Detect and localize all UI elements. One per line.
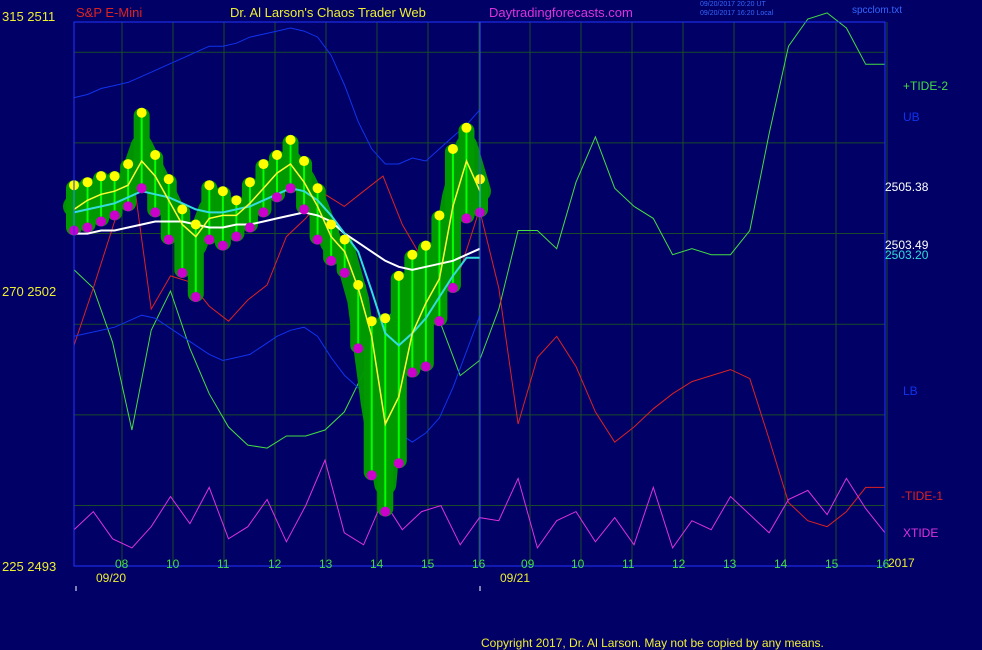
copyright-notice: Copyright 2017, Dr. Al Larson. May not b… xyxy=(481,636,824,650)
year-label: 2017 xyxy=(888,556,915,570)
ub-label: UB xyxy=(903,110,920,124)
low-marker xyxy=(190,292,201,302)
chart-title: S&P E-Mini xyxy=(76,5,143,20)
ma-mid-value-label: 2503.20 xyxy=(885,248,929,262)
low-marker xyxy=(353,343,364,354)
timestamp-local: 09/20/2017 16:20 Local xyxy=(700,10,774,17)
y-tick-label-mid: 270 2502 xyxy=(2,284,57,299)
high-marker xyxy=(231,195,242,206)
high-marker xyxy=(353,279,364,290)
lb-label: LB xyxy=(903,384,918,398)
low-marker xyxy=(150,207,161,218)
low-marker xyxy=(177,267,188,278)
high-marker xyxy=(82,177,93,188)
low-marker xyxy=(82,222,93,233)
date-label: 09/21 xyxy=(500,571,531,585)
high-marker xyxy=(339,234,350,245)
x-tick-label: 13 xyxy=(319,557,333,571)
timestamp-ut: 09/20/2017 20:20 UT xyxy=(700,1,766,8)
high-marker xyxy=(150,150,161,160)
low-marker xyxy=(393,458,404,469)
low-marker xyxy=(461,213,472,224)
low-marker xyxy=(109,210,120,221)
x-tick-label: 13 xyxy=(723,557,737,571)
low-marker xyxy=(123,201,134,212)
low-marker xyxy=(420,361,431,372)
high-marker xyxy=(434,210,445,221)
x-tick-label: 12 xyxy=(672,557,686,571)
high-marker xyxy=(312,183,323,194)
x-tick-label: 11 xyxy=(622,557,635,571)
low-marker xyxy=(407,367,418,378)
low-marker xyxy=(447,282,458,293)
data-file-label: spcclom.txt xyxy=(852,5,903,16)
x-tick-label: 10 xyxy=(166,557,180,571)
high-marker xyxy=(109,171,120,182)
low-marker xyxy=(96,216,107,227)
x-tick-label: 15 xyxy=(421,557,435,571)
tide-minus-label: -TIDE-1 xyxy=(901,489,943,503)
low-marker xyxy=(339,267,350,278)
x-tick-label: 10 xyxy=(571,557,585,571)
high-marker xyxy=(244,177,255,188)
low-marker xyxy=(326,255,337,266)
low-marker xyxy=(244,222,255,233)
low-marker xyxy=(285,183,296,194)
high-marker xyxy=(285,134,296,145)
price-layer xyxy=(63,107,491,517)
high-marker xyxy=(407,249,418,260)
xtide-label: XTIDE xyxy=(903,526,939,540)
last-price-label: 2505.38 xyxy=(885,180,929,194)
low-marker xyxy=(258,207,269,218)
high-marker xyxy=(461,122,472,133)
x-tick-label: 08 xyxy=(115,557,129,571)
low-marker xyxy=(217,240,228,251)
x-tick-label: 14 xyxy=(370,557,384,571)
high-marker xyxy=(420,240,431,251)
low-marker xyxy=(163,234,174,245)
low-marker xyxy=(312,234,323,245)
high-marker xyxy=(123,159,134,170)
high-marker xyxy=(272,150,282,160)
x-tick-label: 16 xyxy=(472,557,486,571)
site-link[interactable]: Daytradingforecasts.com xyxy=(489,5,633,20)
low-marker xyxy=(434,316,445,327)
high-marker xyxy=(258,159,269,170)
high-marker xyxy=(177,204,188,215)
high-marker xyxy=(326,219,337,230)
high-marker xyxy=(190,219,201,230)
high-marker xyxy=(447,143,458,154)
x-tick-label: 11 xyxy=(217,557,230,571)
high-marker xyxy=(204,180,215,191)
x-tick-label: 15 xyxy=(825,557,839,571)
x-tick-label: 12 xyxy=(268,557,282,571)
author-title: Dr. Al Larson's Chaos Trader Web xyxy=(230,5,426,20)
high-marker xyxy=(96,171,107,182)
y-tick-label-top: 315 2511 xyxy=(2,9,56,24)
y-tick-label-bottom: 225 2493 xyxy=(2,559,57,574)
chart-canvas xyxy=(63,12,888,591)
low-marker xyxy=(299,204,310,215)
high-marker xyxy=(366,316,377,327)
high-marker xyxy=(380,313,391,324)
high-marker xyxy=(393,270,404,281)
high-marker xyxy=(217,186,228,197)
high-marker xyxy=(299,156,310,167)
low-marker xyxy=(136,183,147,194)
x-tick-label: 16 xyxy=(876,557,890,571)
high-marker xyxy=(136,107,147,118)
x-tick-label: 14 xyxy=(774,557,788,571)
x-tick-label: 09 xyxy=(521,557,535,571)
low-marker xyxy=(366,470,377,481)
high-marker xyxy=(163,174,174,185)
low-marker xyxy=(231,231,242,242)
low-marker xyxy=(204,234,215,245)
low-marker xyxy=(380,506,391,517)
low-marker xyxy=(272,192,282,203)
date-label: 09/20 xyxy=(96,571,127,585)
tide-plus-label: +TIDE-2 xyxy=(903,79,949,93)
